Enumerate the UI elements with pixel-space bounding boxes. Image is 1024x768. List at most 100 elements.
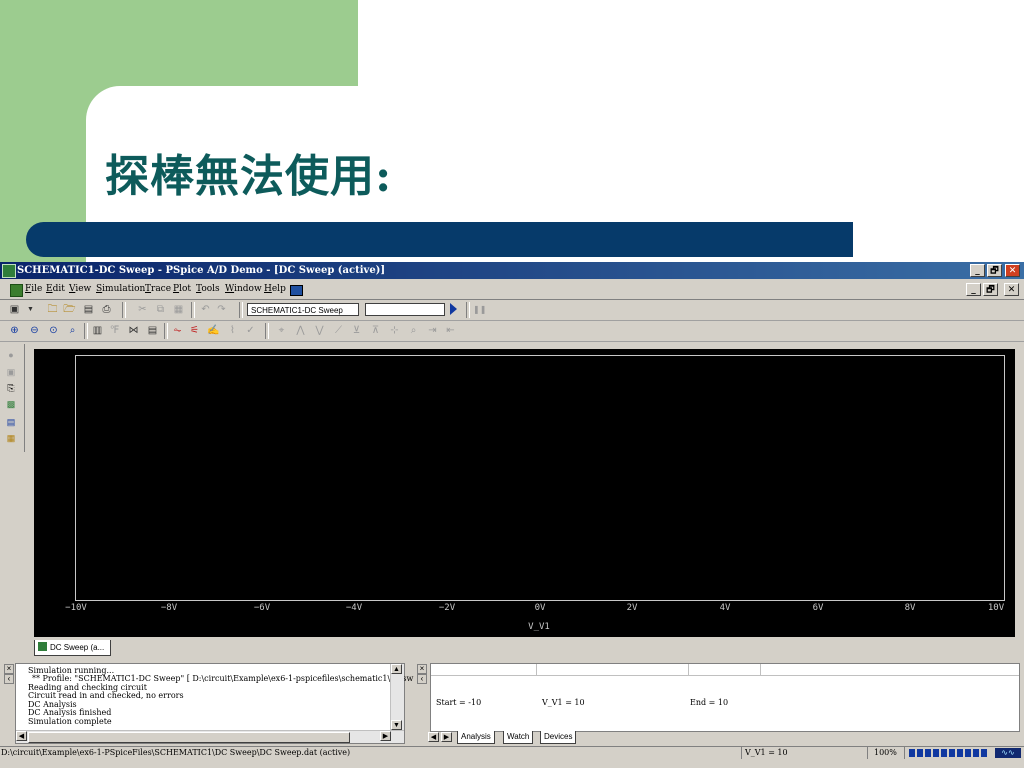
zoom-fit-icon[interactable]: ⌕ [66,325,79,337]
scroll-up-icon[interactable]: ▲ [391,664,402,674]
scroll-thumb[interactable] [28,732,350,743]
watch-column-header [761,664,1019,676]
mdi-minimize-button[interactable]: _ [966,283,981,296]
x-tick-label: −4V [345,603,363,613]
cursor-search-icon[interactable]: ⌕ [407,325,420,337]
toolbar-separator [84,323,88,339]
toolbar-separator [265,323,269,339]
x-tick-label: 4V [719,603,731,613]
cursor-trough-icon[interactable]: ⋁ [313,325,326,337]
watch-pane-close-icon[interactable]: × [417,664,427,674]
toolbar-separator [239,302,243,318]
menu-view[interactable]: View [69,284,91,294]
menu-help[interactable]: Help [264,284,286,294]
restore-button[interactable]: 🗗 [987,264,1002,277]
output-vertical-scrollbar[interactable]: ▲ ▼ [390,664,404,730]
add-trace-icon[interactable]: ⏦ [171,325,184,337]
simulation-profile-field[interactable] [365,303,445,316]
mark-data-points-icon[interactable]: ✓ [244,325,257,337]
output-pane-close-icon[interactable]: × [4,664,14,674]
simulation-profile-select[interactable]: SCHEMATIC1-DC Sweep [247,303,359,316]
log-x-axis-icon[interactable]: ▥ [91,325,104,337]
print-icon[interactable]: ⎙ [100,304,113,316]
save-icon[interactable]: ▤ [82,304,95,316]
open-folder-icon[interactable]: 🗀 [46,304,59,316]
simulation-settings-icon[interactable]: ▤ [5,417,17,427]
menu-window[interactable]: Window [225,284,262,294]
tab-devices[interactable]: Devices [540,731,577,744]
document-icon [10,284,23,297]
context-help-icon[interactable] [290,285,303,296]
zoom-area-icon[interactable]: ⊙ [47,325,60,337]
cursor-next-transition-icon[interactable]: ⇥ [426,325,439,337]
slide-title: 探棒無法使用: [105,151,393,202]
paste-icon[interactable]: ▦ [172,304,185,316]
sweep-end-value: End = 10 [690,698,729,707]
waveform-icon: ∿∿ [995,748,1021,758]
plot-window[interactable]: −10V −8V −6V −4V −2V 0V 2V 4V 6V 8V 10V … [34,349,1015,637]
cursor-min-icon[interactable]: ⊻ [350,325,363,337]
tab-scroll-left-icon[interactable]: ◀ [428,732,439,742]
plot-document-tab[interactable]: DC Sweep (a... [34,640,111,656]
cut-icon[interactable]: ✂ [136,304,149,316]
cursor-peak-icon[interactable]: ⋀ [294,325,307,337]
new-document-icon[interactable]: ▣ [8,304,21,316]
tab-analysis[interactable]: Analysis [457,731,495,744]
eval-goal-function-icon[interactable]: ⚟ [188,325,201,337]
voltage-marker-icon[interactable]: ▣ [5,367,17,377]
toolbar-separator [122,302,126,318]
undo-icon[interactable]: ↶ [199,304,212,316]
new-dropdown-icon[interactable]: ▼ [24,304,37,316]
watch-column-header [689,664,761,676]
main-toolbar: ▣ ▼ 🗀 🗁 ▤ ⎙ ✂ ⧉ ▦ ↶ ↷ SCHEMATIC1-DC Swee… [0,300,1024,321]
mark-label-icon[interactable]: ⌇ [226,325,239,337]
status-progress-percent: 100% [874,747,905,759]
current-marker-icon[interactable]: ⎘ [5,383,17,393]
cursor-point-icon[interactable]: ⊹ [388,325,401,337]
menu-tools[interactable]: Tools [196,284,220,294]
menu-simulation[interactable]: Simulation [96,284,145,294]
menu-file[interactable]: File [25,284,42,294]
pause-icon[interactable]: ❚❚ [473,304,486,316]
redo-icon[interactable]: ↷ [215,304,228,316]
view-simulation-results-icon[interactable]: ▦ [5,433,17,443]
plot-area[interactable] [75,355,1005,601]
output-horizontal-scrollbar[interactable]: ◀ ▶ [16,730,404,743]
mdi-restore-button[interactable]: 🗗 [983,283,998,296]
menu-plot[interactable]: Plot [173,284,191,294]
add-text-label-icon[interactable]: ✍ [207,325,220,337]
fourier-icon[interactable]: ℉ [108,325,121,337]
mdi-close-button[interactable]: ✕ [1004,283,1019,296]
log-y-axis-icon[interactable]: ▤ [146,325,159,337]
cursor-previous-transition-icon[interactable]: ⇤ [444,325,457,337]
close-button[interactable]: ✕ [1005,264,1020,277]
menu-edit[interactable]: Edit [46,284,65,294]
toggle-cursor-icon[interactable]: ⌖ [275,325,288,337]
window-titlebar: SCHEMATIC1-DC Sweep - PSpice A/D Demo - … [0,262,1024,279]
open-file-icon[interactable]: 🗁 [63,304,76,316]
tab-scroll-right-icon[interactable]: ▶ [441,732,452,742]
zoom-out-icon[interactable]: ⊖ [28,325,41,337]
minimize-button[interactable]: _ [970,264,985,277]
x-tick-label: −10V [65,603,87,613]
cursor-slope-icon[interactable]: ⟋ [332,325,345,337]
copy-icon[interactable]: ⧉ [154,304,167,316]
tab-watch[interactable]: Watch [503,731,534,744]
power-marker-icon[interactable]: ▩ [5,399,17,409]
menu-trace[interactable]: Trace [145,284,171,294]
zoom-in-icon[interactable]: ⊕ [8,325,21,337]
plot-tab-label: DC Sweep (a... [50,643,105,652]
watch-pane-pin-icon[interactable]: ‹ [417,674,427,684]
scroll-right-icon[interactable]: ▶ [380,731,391,741]
pspice-window: SCHEMATIC1-DC Sweep - PSpice A/D Demo - … [0,262,1024,768]
probe-icon[interactable]: ● [5,350,17,360]
scroll-left-icon[interactable]: ◀ [16,731,27,741]
cursor-max-icon[interactable]: ⊼ [369,325,382,337]
performance-analysis-icon[interactable]: ⋈ [127,325,140,337]
output-pane-pin-icon[interactable]: ‹ [4,674,14,684]
status-file-path: D:\circuit\Example\ex6-1-PSpiceFiles\SCH… [1,747,742,759]
output-pane[interactable]: Simulation running... ** Profile: "SCHEM… [15,663,413,744]
scroll-down-icon[interactable]: ▼ [391,720,402,730]
simulation-progress-bar [909,749,989,757]
run-simulation-icon[interactable] [450,303,457,315]
